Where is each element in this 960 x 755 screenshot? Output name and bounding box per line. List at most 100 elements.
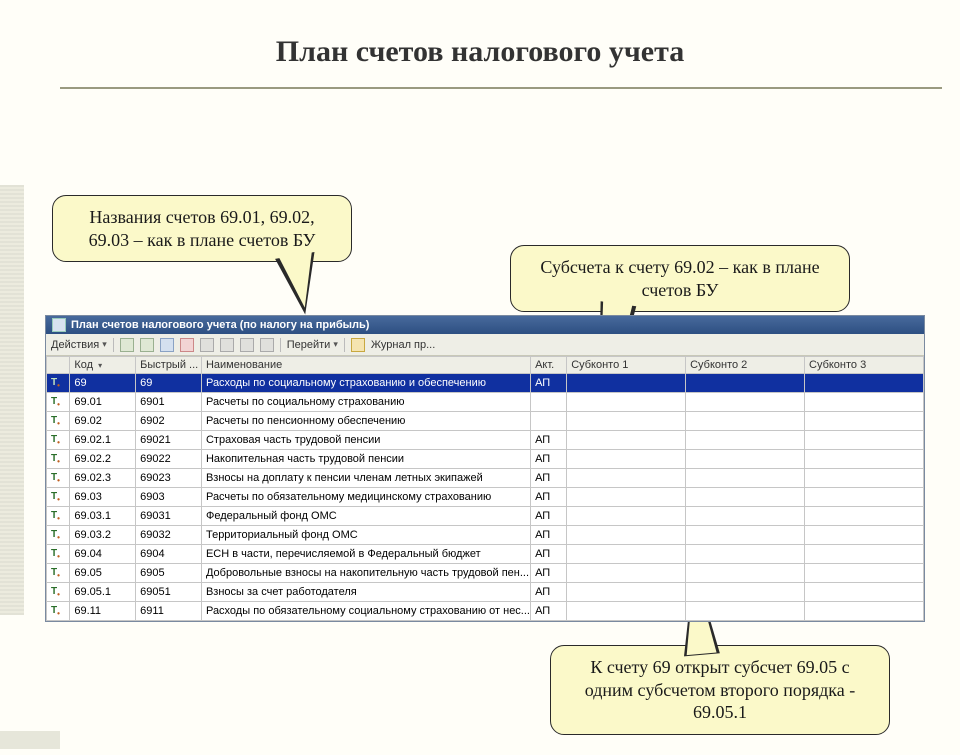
row-type-icon: • bbox=[47, 412, 70, 431]
filter-clear-icon[interactable] bbox=[260, 338, 274, 352]
table-row[interactable]: •69.02.269022Накопительная часть трудово… bbox=[47, 450, 924, 469]
cell-code: 69.01 bbox=[70, 393, 136, 412]
cell-sub3 bbox=[805, 545, 924, 564]
cell-name: Взносы на доплату к пенсии членам летных… bbox=[201, 469, 530, 488]
toolbar-separator bbox=[280, 338, 281, 352]
actions-label: Действия bbox=[51, 339, 99, 351]
cell-fast: 69031 bbox=[136, 507, 202, 526]
cell-act: АП bbox=[531, 469, 567, 488]
slide-title: План счетов налогового учета bbox=[0, 35, 960, 69]
cell-sub1 bbox=[567, 526, 686, 545]
table-row[interactable]: •6969Расходы по социальному страхованию … bbox=[47, 374, 924, 393]
cell-code: 69.11 bbox=[70, 602, 136, 621]
cell-fast: 69021 bbox=[136, 431, 202, 450]
cell-act: АП bbox=[531, 488, 567, 507]
window-titlebar[interactable]: План счетов налогового учета (по налогу … bbox=[46, 316, 924, 334]
table-row[interactable]: •69.046904ЕСН в части, перечисляемой в Ф… bbox=[47, 545, 924, 564]
col-header-act[interactable]: Акт. bbox=[531, 357, 567, 374]
cell-act: АП bbox=[531, 526, 567, 545]
cell-fast: 6904 bbox=[136, 545, 202, 564]
sort-indicator-icon: ▾ bbox=[98, 361, 102, 370]
col-header-fast[interactable]: Быстрый ... bbox=[136, 357, 202, 374]
cell-sub3 bbox=[805, 393, 924, 412]
delete-icon[interactable] bbox=[180, 338, 194, 352]
table-row[interactable]: •69.056905Добровольные взносы на накопит… bbox=[47, 564, 924, 583]
cell-name: Взносы за счет работодателя bbox=[201, 583, 530, 602]
row-type-icon: • bbox=[47, 488, 70, 507]
cell-sub1 bbox=[567, 545, 686, 564]
col-header-sub2[interactable]: Субконто 2 bbox=[686, 357, 805, 374]
table-row[interactable]: •69.03.169031Федеральный фонд ОМСАП bbox=[47, 507, 924, 526]
cell-act: АП bbox=[531, 431, 567, 450]
cell-sub1 bbox=[567, 488, 686, 507]
cell-sub2 bbox=[686, 564, 805, 583]
cell-code: 69.02 bbox=[70, 412, 136, 431]
toolbar: Действия ▾ Перейти ▾ Журнал пр... bbox=[46, 334, 924, 356]
col-header-sub1[interactable]: Субконто 1 bbox=[567, 357, 686, 374]
cell-act bbox=[531, 393, 567, 412]
accounts-grid[interactable]: Код ▾ Быстрый ... Наименование Акт. Субк… bbox=[46, 356, 924, 621]
cell-code: 69.05.1 bbox=[70, 583, 136, 602]
cell-act: АП bbox=[531, 450, 567, 469]
row-type-icon: • bbox=[47, 526, 70, 545]
add-group-icon[interactable] bbox=[140, 338, 154, 352]
col-header-code-label: Код bbox=[74, 359, 93, 371]
cell-sub3 bbox=[805, 450, 924, 469]
cell-code: 69.05 bbox=[70, 564, 136, 583]
col-header-icon[interactable] bbox=[47, 357, 70, 374]
table-row[interactable]: •69.036903Расчеты по обязательному медиц… bbox=[47, 488, 924, 507]
table-row[interactable]: •69.05.169051Взносы за счет работодателя… bbox=[47, 583, 924, 602]
cell-code: 69.02.1 bbox=[70, 431, 136, 450]
cell-name: Расчеты по пенсионному обеспечению bbox=[201, 412, 530, 431]
cell-code: 69.03.1 bbox=[70, 507, 136, 526]
row-type-icon: • bbox=[47, 374, 70, 393]
cell-act: АП bbox=[531, 602, 567, 621]
cell-sub1 bbox=[567, 602, 686, 621]
table-row[interactable]: •69.016901Расчеты по социальному страхов… bbox=[47, 393, 924, 412]
filter-icon[interactable] bbox=[240, 338, 254, 352]
row-type-icon: • bbox=[47, 431, 70, 450]
journal-button[interactable]: Журнал пр... bbox=[371, 339, 435, 351]
actions-menu-button[interactable]: Действия ▾ bbox=[51, 339, 107, 351]
col-header-sub3[interactable]: Субконто 3 bbox=[805, 357, 924, 374]
cell-sub3 bbox=[805, 602, 924, 621]
cell-name: Страховая часть трудовой пенсии bbox=[201, 431, 530, 450]
add-icon[interactable] bbox=[120, 338, 134, 352]
cell-act: АП bbox=[531, 583, 567, 602]
journal-label: Журнал пр... bbox=[371, 339, 435, 351]
edit-icon[interactable] bbox=[160, 338, 174, 352]
cell-sub2 bbox=[686, 545, 805, 564]
cell-code: 69.03.2 bbox=[70, 526, 136, 545]
decorative-side-stripe bbox=[0, 185, 24, 615]
cell-code: 69.04 bbox=[70, 545, 136, 564]
cell-act: АП bbox=[531, 564, 567, 583]
col-header-code[interactable]: Код ▾ bbox=[70, 357, 136, 374]
cell-name: Накопительная часть трудовой пенсии bbox=[201, 450, 530, 469]
table-row[interactable]: •69.026902Расчеты по пенсионному обеспеч… bbox=[47, 412, 924, 431]
goto-label: Перейти bbox=[287, 339, 331, 351]
cell-fast: 69 bbox=[136, 374, 202, 393]
cell-sub1 bbox=[567, 450, 686, 469]
cell-sub2 bbox=[686, 583, 805, 602]
goto-button[interactable]: Перейти ▾ bbox=[287, 339, 338, 351]
cell-sub1 bbox=[567, 564, 686, 583]
callout-subaccount-6905: К счету 69 открыт субсчет 69.05 с одним … bbox=[550, 645, 890, 735]
table-row[interactable]: •69.02.369023Взносы на доплату к пенсии … bbox=[47, 469, 924, 488]
cell-fast: 69022 bbox=[136, 450, 202, 469]
table-row[interactable]: •69.116911Расходы по обязательному социа… bbox=[47, 602, 924, 621]
row-type-icon: • bbox=[47, 602, 70, 621]
chevron-down-icon: ▾ bbox=[333, 339, 338, 350]
cell-name: Расчеты по обязательному медицинскому ст… bbox=[201, 488, 530, 507]
table-row[interactable]: •69.02.169021Страховая часть трудовой пе… bbox=[47, 431, 924, 450]
cell-fast: 69023 bbox=[136, 469, 202, 488]
cell-fast: 69032 bbox=[136, 526, 202, 545]
col-header-name[interactable]: Наименование bbox=[201, 357, 530, 374]
cell-sub2 bbox=[686, 431, 805, 450]
refresh-icon[interactable] bbox=[200, 338, 214, 352]
cell-fast: 6903 bbox=[136, 488, 202, 507]
cell-sub1 bbox=[567, 469, 686, 488]
table-row[interactable]: •69.03.269032Территориальный фонд ОМСАП bbox=[47, 526, 924, 545]
cell-sub3 bbox=[805, 431, 924, 450]
row-type-icon: • bbox=[47, 469, 70, 488]
hierarchy-icon[interactable] bbox=[220, 338, 234, 352]
